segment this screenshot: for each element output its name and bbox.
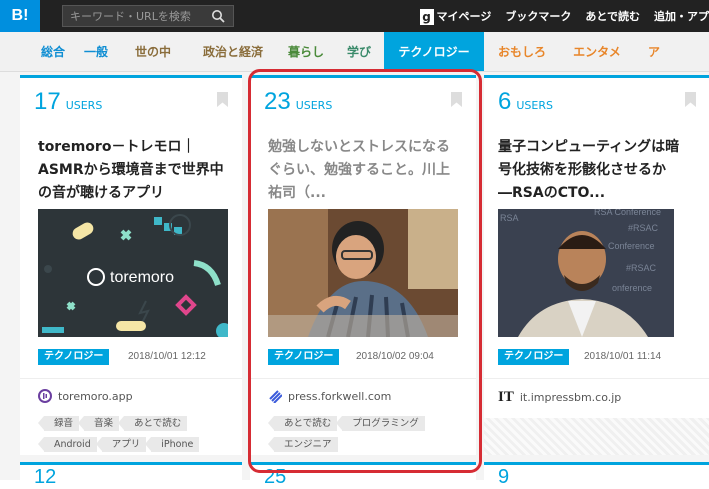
tag[interactable]: アプリ <box>95 437 147 452</box>
tab-manabi[interactable]: 学び <box>334 32 384 71</box>
entry-card-next[interactable]: 12 <box>20 462 242 488</box>
tab-entame[interactable]: エンタメ <box>560 32 634 71</box>
svg-text:#RSAC: #RSAC <box>628 223 659 233</box>
photo-speaker-thumbnail: RSA RSA Conference #RSAC Conference #RSAC o… <box>498 209 674 337</box>
photo-person-thumbnail <box>268 209 458 337</box>
entry-title[interactable]: 量子コンピューティングは暗号化技術を形骸化させるか―RSAのCTO... <box>498 136 688 205</box>
g-icon: g <box>419 8 434 25</box>
tab-politics-economy[interactable]: 政治と経済 <box>188 32 278 71</box>
category-badge[interactable]: テクノロジー <box>268 349 340 365</box>
tab-ippan[interactable]: 一般 <box>74 32 118 71</box>
site-link[interactable]: toremoro.app <box>38 389 133 403</box>
tag[interactable]: Android <box>38 437 97 452</box>
nav-add-app[interactable]: 追加・アプ <box>654 8 709 24</box>
entry-card[interactable]: 6 USERS 量子コンピューティングは暗号化技術を形骸化させるか―RSAのCTO… <box>484 75 709 455</box>
hatena-logo[interactable]: B! <box>0 0 40 32</box>
nav-read-later[interactable]: あとで読む <box>585 8 640 24</box>
entry-thumbnail[interactable]: RSA RSA Conference #RSAC Conference #RSAC o… <box>498 209 674 337</box>
category-tabs: 総合 一般 世の中 政治と経済 暮らし 学び テクノロジー おもしろ エンタメ … <box>0 32 709 72</box>
entry-date: 2018/10/02 09:04 <box>356 351 434 362</box>
divider <box>484 378 709 379</box>
svg-text:toremoro: toremoro <box>110 269 174 286</box>
bookmark-icon[interactable] <box>451 92 462 107</box>
forkwell-favicon <box>269 390 282 403</box>
entry-thumbnail[interactable] <box>268 209 458 337</box>
entry-date: 2018/10/01 12:12 <box>128 351 206 362</box>
tag[interactable]: 録音 <box>37 416 80 431</box>
divider <box>250 378 476 379</box>
tab-technology[interactable]: テクノロジー <box>384 32 484 71</box>
tag-list: 録音 音楽 あとで読む Android アプリ iPhone <box>37 416 244 452</box>
entry-thumbnail[interactable]: toremoro <box>38 209 228 337</box>
top-nav: g マイページ ブックマーク あとで読む 追加・アプ <box>419 0 709 32</box>
users-count[interactable]: 17 USERS <box>34 88 102 116</box>
users-count[interactable]: 23 USERS <box>264 88 332 116</box>
svg-text:RSA: RSA <box>500 213 519 223</box>
bookmark-icon[interactable] <box>217 92 228 107</box>
svg-text:RSA Conference: RSA Conference <box>594 209 661 217</box>
site-link[interactable]: IT it.impressbm.co.jp <box>498 389 621 406</box>
tag[interactable]: iPhone <box>145 437 200 452</box>
search-placeholder: キーワード・URLを検索 <box>70 10 191 23</box>
category-badge[interactable]: テクノロジー <box>498 349 570 365</box>
entry-title[interactable]: 勉強しないとストレスになるぐらい、勉強すること。川上祐司（... <box>268 136 458 205</box>
tag[interactable]: あとで読む <box>267 416 338 431</box>
toremoro-favicon <box>38 389 52 403</box>
entry-card[interactable]: 17 USERS toremoro－トレモロ｜ASMRから環境音まで世界中の音が聴… <box>20 75 242 455</box>
entry-date: 2018/10/01 11:14 <box>584 351 662 362</box>
nav-bookmark[interactable]: ブックマーク <box>505 8 571 24</box>
svg-text:onference: onference <box>612 283 652 293</box>
bookmark-icon[interactable] <box>685 92 696 107</box>
svg-text:#RSAC: #RSAC <box>626 263 657 273</box>
entry-card-next[interactable]: 9 <box>484 462 709 488</box>
divider <box>20 378 242 379</box>
entry-title[interactable]: toremoro－トレモロ｜ASMRから環境音まで世界中の音が聴けるアプリ <box>38 136 228 205</box>
it-logo: IT <box>498 389 514 405</box>
category-badge[interactable]: テクノロジー <box>38 349 110 365</box>
search-icon[interactable] <box>211 9 225 23</box>
tab-yononaka[interactable]: 世の中 <box>118 32 188 71</box>
nav-mypage[interactable]: g マイページ <box>419 8 491 25</box>
search-input[interactable]: キーワード・URLを検索 <box>62 5 234 27</box>
toremoro-thumbnail-art: toremoro <box>42 214 228 337</box>
users-count[interactable]: 6 USERS <box>498 88 553 116</box>
tab-anime[interactable]: ア <box>634 32 674 71</box>
top-bar: B! キーワード・URLを検索 g マイページ ブックマーク あとで読む 追加・ア… <box>0 0 709 32</box>
site-link[interactable]: press.forkwell.com <box>268 389 391 403</box>
tab-sougou[interactable]: 総合 <box>32 32 74 71</box>
entry-card[interactable]: 23 USERS 勉強しないとストレスになるぐらい、勉強すること。川上祐司（...… <box>250 75 476 455</box>
tab-kurashi[interactable]: 暮らし <box>278 32 334 71</box>
tag-list: あとで読む プログラミング エンジニア <box>267 416 474 452</box>
empty-area <box>484 418 709 455</box>
tag[interactable]: 音楽 <box>78 416 120 431</box>
entry-card-next[interactable]: 25 <box>250 462 476 488</box>
tag[interactable]: あとで読む <box>118 416 188 431</box>
tag[interactable]: プログラミング <box>336 416 425 431</box>
tab-omoshiro[interactable]: おもしろ <box>484 32 560 71</box>
tag[interactable]: エンジニア <box>268 437 338 452</box>
svg-text:Conference: Conference <box>608 241 655 251</box>
